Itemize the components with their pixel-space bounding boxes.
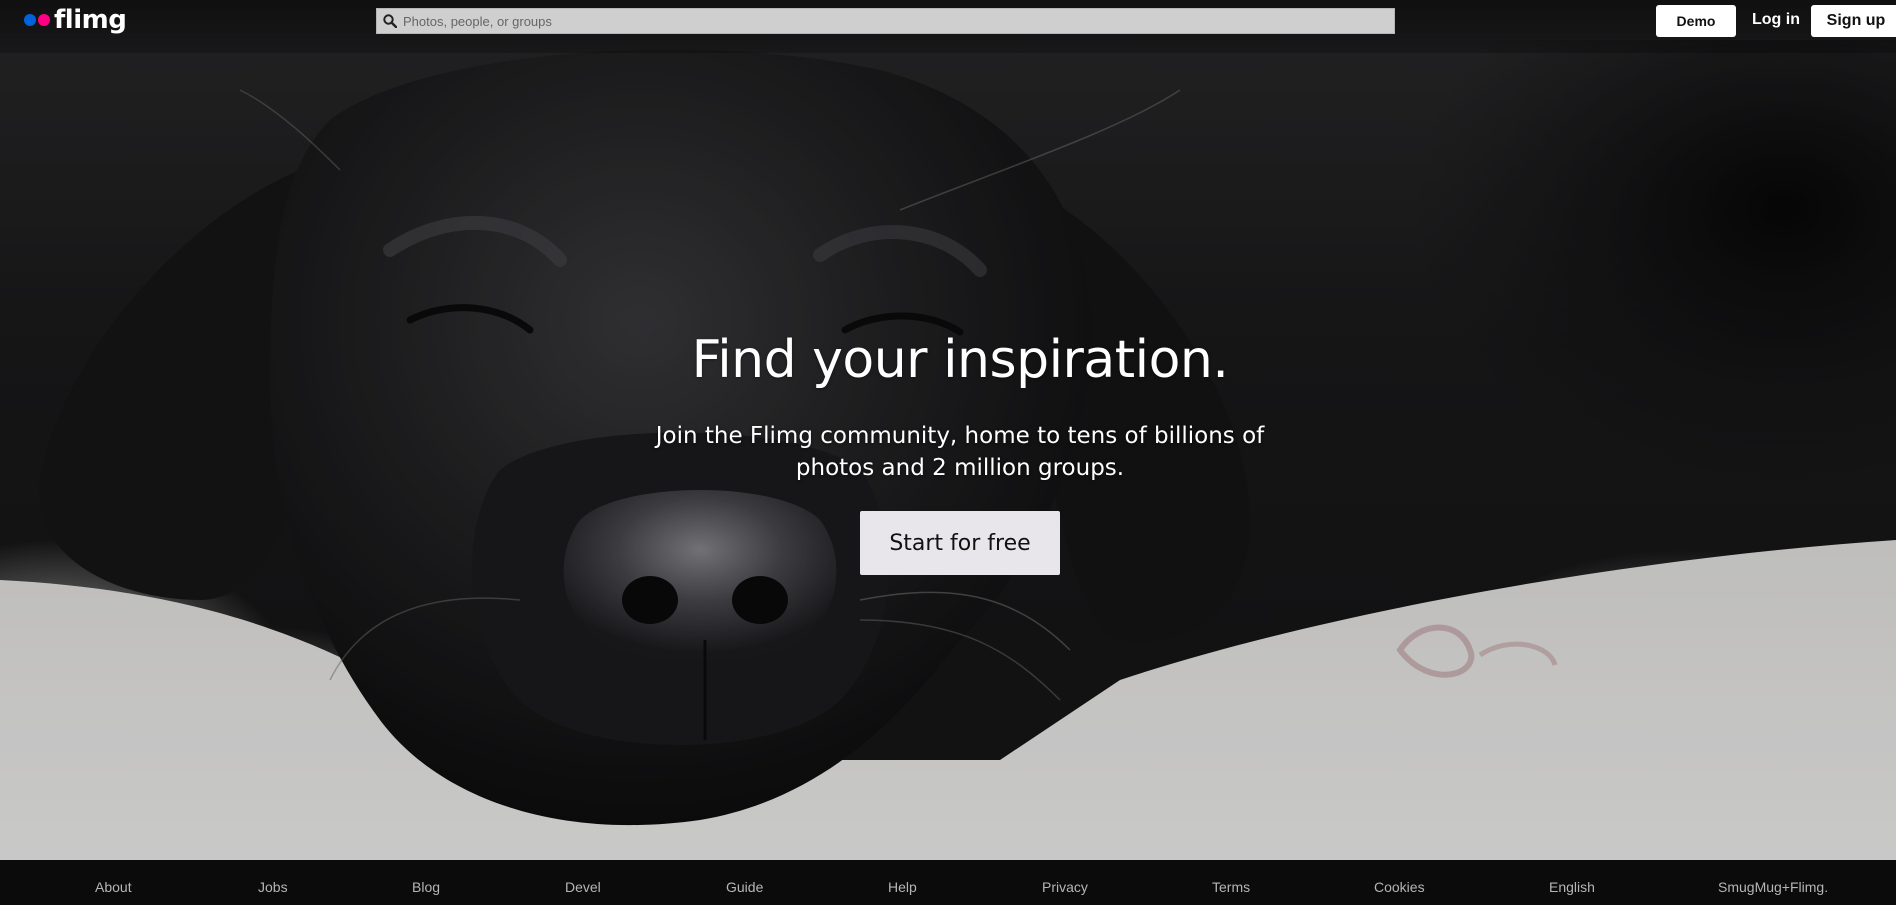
footer-link-guide[interactable]: Guide [726,879,763,895]
hero-title: Find your inspiration. [691,330,1229,390]
footer-link-smugmug[interactable]: SmugMug+Flimg. [1718,879,1828,895]
logo-wordmark: flimg [54,5,127,35]
hero-subtitle: Join the Flimg community, home to tens o… [655,423,1265,481]
footer-link-terms[interactable]: Terms [1212,879,1250,895]
search-icon [377,9,403,33]
flimg-logo-link[interactable]: flimg [24,5,127,35]
footer-link-blog[interactable]: Blog [412,879,440,895]
logo-blue-dot-icon [24,14,36,26]
search-bar[interactable] [376,8,1395,34]
footer-link-privacy[interactable]: Privacy [1042,879,1088,895]
footer-link-devel[interactable]: Devel [565,879,601,895]
login-link[interactable]: Log in [1752,11,1800,29]
top-navigation-bar: flimg Demo Log in Sign up [0,0,1896,53]
footer-link-language[interactable]: English [1549,879,1595,895]
footer-link-help[interactable]: Help [888,879,917,895]
start-for-free-button[interactable]: Start for free [860,511,1060,575]
footer-link-cookies[interactable]: Cookies [1374,879,1425,895]
footer-bar: About Jobs Blog Devel Guide Help Privacy… [0,860,1896,905]
demo-button[interactable]: Demo [1656,5,1736,37]
logo-pink-dot-icon [38,14,50,26]
signup-button[interactable]: Sign up [1811,5,1896,37]
search-input[interactable] [403,10,1363,32]
footer-link-jobs[interactable]: Jobs [258,879,288,895]
footer-link-about[interactable]: About [95,879,132,895]
